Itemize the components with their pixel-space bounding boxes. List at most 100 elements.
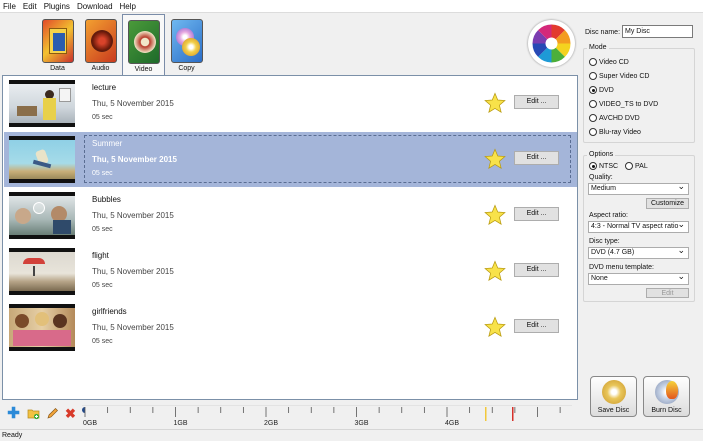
edit-button[interactable]: Edit ... [514, 151, 559, 165]
aspect-ratio-select[interactable]: 4:3 - Normal TV aspect ratio [588, 219, 689, 233]
radio-label: PAL [635, 162, 648, 170]
dvd-menu-template-label: DVD menu template: [589, 264, 654, 271]
mode-group-title: Mode [587, 44, 609, 51]
tab-audio[interactable]: Audio [79, 14, 122, 76]
radio-super-video-cd[interactable]: Super Video CD [589, 72, 649, 80]
list-item[interactable]: lecture Thu, 5 November 2015 05 sec Edit… [4, 76, 577, 131]
video-duration: 05 sec [92, 170, 113, 177]
video-date: Thu, 5 November 2015 [92, 155, 177, 164]
star-icon[interactable] [484, 204, 506, 226]
ruler-dvd-capacity-marker [485, 407, 487, 421]
tab-video-label: Video [134, 66, 153, 73]
save-disc-button[interactable]: Save Disc [590, 376, 637, 417]
tab-audio-label: Audio [91, 65, 110, 72]
video-duration: 05 sec [92, 338, 113, 345]
menu-file[interactable]: File [0, 2, 20, 11]
video-date: Thu, 5 November 2015 [92, 211, 174, 220]
radio-dot [589, 100, 597, 108]
radio-video-cd[interactable]: Video CD [589, 58, 629, 66]
video-duration: 05 sec [92, 226, 113, 233]
video-duration: 05 sec [92, 114, 113, 121]
status-bar: Ready [0, 429, 703, 441]
video-tab-icon [127, 20, 160, 64]
radio-label: AVCHD DVD [599, 114, 640, 122]
video-thumbnail [9, 80, 75, 127]
delete-icon[interactable]: ✖ [64, 407, 77, 420]
ruler-label: 2GB [264, 420, 278, 427]
data-tab-icon [41, 19, 74, 63]
video-list: lecture Thu, 5 November 2015 05 sec Edit… [2, 75, 578, 400]
app-logo [528, 20, 575, 67]
radio-dot [589, 72, 597, 80]
edit-button[interactable]: Edit ... [514, 263, 559, 277]
menu-download[interactable]: Download [74, 2, 117, 11]
disc-type-select[interactable]: DVD (4.7 GB) [588, 245, 689, 259]
disc-name-label: Disc name: [585, 29, 621, 36]
ruler-label: 4GB [445, 420, 459, 427]
list-item[interactable]: Bubbles Thu, 5 November 2015 05 sec Edit… [4, 188, 577, 243]
edit-button[interactable]: Edit ... [514, 207, 559, 221]
list-item[interactable]: girlfriends Thu, 5 November 2015 05 sec … [4, 300, 577, 355]
burn-disc-button[interactable]: Burn Disc [643, 376, 690, 417]
video-thumbnail [9, 136, 75, 183]
ruler-position-marker [82, 407, 85, 413]
copy-tab-icon [170, 19, 203, 63]
star-icon[interactable] [484, 260, 506, 282]
edit-pencil-icon[interactable] [46, 407, 59, 420]
project-type-tabs: Data Audio Video Copy [36, 14, 208, 77]
video-date: Thu, 5 November 2015 [92, 267, 174, 276]
radio-dot-checked [589, 162, 597, 170]
menu-plugins[interactable]: Plugins [41, 2, 74, 11]
video-title: lecture [92, 83, 117, 92]
radio-label: Super Video CD [599, 72, 650, 80]
tab-video[interactable]: Video [122, 14, 165, 77]
menu-edit[interactable]: Edit [20, 2, 41, 11]
radio-video-ts-to-dvd[interactable]: VIDEO_TS to DVD [589, 100, 658, 108]
save-disc-label: Save Disc [597, 407, 630, 414]
disc-name-input[interactable]: My Disc [622, 25, 693, 38]
radio-label: VIDEO_TS to DVD [599, 100, 659, 108]
radio-label: Blu-ray Video [599, 128, 641, 136]
radio-avchd-dvd[interactable]: AVCHD DVD [589, 114, 640, 122]
add-icon[interactable]: ✚ [7, 406, 20, 421]
tab-copy-label: Copy [178, 65, 195, 72]
tab-data-label: Data [50, 65, 65, 72]
video-date: Thu, 5 November 2015 [92, 99, 174, 108]
options-group-title: Options [587, 151, 616, 158]
burn-disc-label: Burn Disc [651, 407, 682, 414]
dvd-menu-template-select[interactable]: None [588, 271, 689, 285]
video-title: Summer [92, 139, 123, 148]
radio-pal[interactable]: PAL [625, 162, 648, 170]
aspect-ratio-label: Aspect ratio: [589, 212, 628, 219]
radio-blu-ray-video[interactable]: Blu-ray Video [589, 128, 641, 136]
ruler-label: 3GB [355, 420, 369, 427]
menu-bar: File Edit Plugins Download Help [0, 0, 703, 13]
radio-dot [589, 58, 597, 66]
edit-button[interactable]: Edit ... [514, 95, 559, 109]
radio-label: DVD [599, 86, 614, 94]
add-folder-icon[interactable] [27, 407, 40, 420]
disc-type-label: Disc type: [589, 238, 620, 245]
star-icon[interactable] [484, 316, 506, 338]
radio-dot [589, 114, 597, 122]
video-title: flight [92, 251, 109, 260]
customize-button[interactable]: Customize [646, 198, 689, 209]
radio-ntsc[interactable]: NTSC [589, 162, 618, 170]
list-item[interactable]: flight Thu, 5 November 2015 05 sec Edit … [4, 244, 577, 299]
star-icon[interactable] [484, 92, 506, 114]
radio-dvd[interactable]: DVD [589, 86, 614, 94]
list-item-selected[interactable]: Summer Thu, 5 November 2015 05 sec Edit … [4, 132, 577, 187]
radio-dot [589, 128, 597, 136]
star-icon[interactable] [484, 148, 506, 170]
quality-label: Quality: [589, 174, 613, 181]
ruler-label: 0GB [83, 420, 97, 427]
quality-select[interactable]: Medium [588, 181, 689, 195]
video-date: Thu, 5 November 2015 [92, 323, 174, 332]
tab-copy[interactable]: Copy [165, 14, 208, 76]
edit-button[interactable]: Edit ... [514, 319, 559, 333]
menu-edit-button[interactable]: Edit [646, 288, 689, 298]
save-disc-icon [602, 380, 626, 404]
ruler-label: 1GB [174, 420, 188, 427]
tab-data[interactable]: Data [36, 14, 79, 76]
menu-help[interactable]: Help [117, 2, 140, 11]
